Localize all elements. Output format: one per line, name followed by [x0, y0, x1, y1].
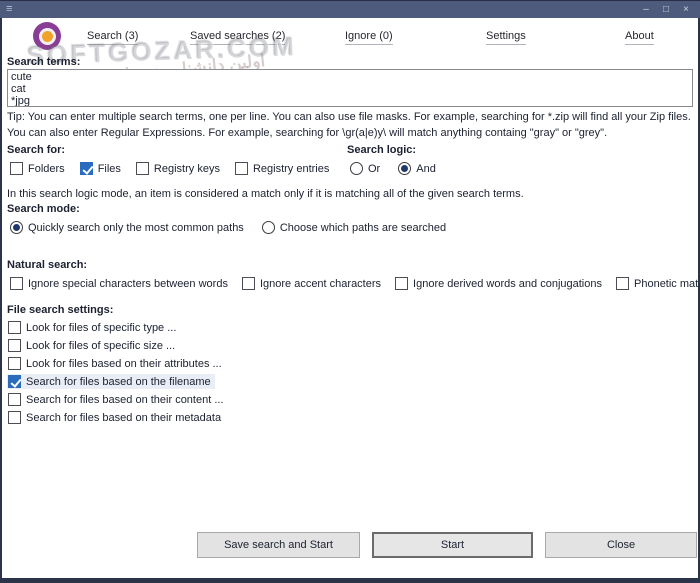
- checkbox-ignore-derived-words[interactable]: Ignore derived words and conjugations: [395, 277, 602, 290]
- checkbox-icon: [395, 277, 408, 290]
- radio-label: Or: [368, 163, 380, 175]
- checkbox-registry-keys[interactable]: Registry keys: [136, 162, 220, 175]
- checkbox-icon: [8, 393, 21, 406]
- checkbox-label: Search for files based on the filename: [26, 376, 211, 388]
- checkbox-ignore-special-chars[interactable]: Ignore special characters between words: [10, 277, 228, 290]
- main-content: Search (3) Saved searches (2) Ignore (0)…: [2, 18, 698, 578]
- checkbox-ignore-accent-chars[interactable]: Ignore accent characters: [242, 277, 381, 290]
- checkbox-label: Search for files based on their metadata: [26, 412, 221, 424]
- radio-icon: [398, 162, 411, 175]
- checkbox-registry-entries[interactable]: Registry entries: [235, 162, 329, 175]
- checkbox-files[interactable]: Files: [80, 162, 121, 175]
- checkbox-label: Files: [98, 163, 121, 175]
- search-logic-note: In this search logic mode, an item is co…: [7, 188, 524, 200]
- checkbox-label: Ignore special characters between words: [28, 278, 228, 290]
- checkbox-specific-size[interactable]: Look for files of specific size ...: [7, 338, 179, 353]
- save-search-and-start-button[interactable]: Save search and Start: [197, 532, 360, 558]
- checkbox-label: Ignore accent characters: [260, 278, 381, 290]
- radio-label: Quickly search only the most common path…: [28, 222, 244, 234]
- checkbox-icon: [80, 162, 93, 175]
- checkbox-label: Search for files based on their content …: [26, 394, 224, 406]
- search-mode-options: Quickly search only the most common path…: [10, 221, 446, 234]
- tab-search[interactable]: Search (3): [87, 30, 138, 45]
- radio-or[interactable]: Or: [350, 162, 380, 175]
- search-terms-input[interactable]: cute cat *jpg: [7, 69, 693, 107]
- minimize-button[interactable]: –: [638, 2, 654, 18]
- checkbox-icon: [235, 162, 248, 175]
- tab-ignore[interactable]: Ignore (0): [345, 30, 393, 45]
- checkbox-icon: [8, 411, 21, 424]
- natural-search-label: Natural search:: [7, 259, 87, 271]
- radio-choose-paths[interactable]: Choose which paths are searched: [262, 221, 446, 234]
- close-button[interactable]: ×: [678, 2, 694, 18]
- checkbox-attributes[interactable]: Look for files based on their attributes…: [7, 356, 226, 371]
- app-logo-ring: [39, 28, 56, 45]
- radio-and[interactable]: And: [398, 162, 436, 175]
- tab-saved-searches[interactable]: Saved searches (2): [190, 30, 285, 45]
- checkbox-label: Ignore derived words and conjugations: [413, 278, 602, 290]
- checkbox-specific-type[interactable]: Look for files of specific type ...: [7, 320, 180, 335]
- tab-about[interactable]: About: [625, 30, 654, 45]
- tip-file-masks: Tip: You can enter multiple search terms…: [7, 111, 691, 123]
- checkbox-icon: [8, 321, 21, 334]
- tab-settings[interactable]: Settings: [486, 30, 526, 45]
- checkbox-label: Look for files of specific type ...: [26, 322, 176, 334]
- checkbox-folders[interactable]: Folders: [10, 162, 65, 175]
- checkbox-label: Registry entries: [253, 163, 329, 175]
- checkbox-metadata[interactable]: Search for files based on their metadata: [7, 410, 225, 425]
- natural-search-options: Ignore special characters between words …: [10, 277, 698, 290]
- checkbox-icon: [616, 277, 629, 290]
- hamburger-menu-icon[interactable]: ≡: [6, 4, 12, 15]
- radio-label: Choose which paths are searched: [280, 222, 446, 234]
- checkbox-content[interactable]: Search for files based on their content …: [7, 392, 228, 407]
- radio-icon: [262, 221, 275, 234]
- checkbox-icon: [8, 339, 21, 352]
- checkbox-icon: [8, 357, 21, 370]
- radio-label: And: [416, 163, 436, 175]
- checkbox-icon: [136, 162, 149, 175]
- checkbox-icon: [10, 162, 23, 175]
- search-logic-options: Or And: [350, 162, 436, 175]
- search-for-options: Folders Files Registry keys Registry ent…: [10, 162, 329, 175]
- window-controls: – □ ×: [638, 2, 694, 18]
- checkbox-icon: [8, 375, 21, 388]
- checkbox-icon: [242, 277, 255, 290]
- maximize-button[interactable]: □: [658, 2, 674, 18]
- app-logo-icon: [33, 22, 61, 50]
- search-mode-label: Search mode:: [7, 203, 80, 215]
- tip-regex: You can also enter Regular Expressions. …: [7, 127, 607, 139]
- app-logo-dot: [42, 31, 53, 42]
- checkbox-label: Registry keys: [154, 163, 220, 175]
- checkbox-label: Phonetic match: [634, 278, 698, 290]
- file-search-settings-label: File search settings:: [7, 304, 113, 316]
- titlebar: ≡ – □ ×: [0, 0, 700, 18]
- checkbox-label: Folders: [28, 163, 65, 175]
- checkbox-phonetic-match[interactable]: Phonetic match: [616, 277, 698, 290]
- search-terms-label: Search terms:: [7, 56, 80, 68]
- checkbox-filename[interactable]: Search for files based on the filename: [7, 374, 215, 389]
- search-for-label: Search for:: [7, 144, 65, 156]
- radio-quick-search[interactable]: Quickly search only the most common path…: [10, 221, 244, 234]
- search-logic-label: Search logic:: [347, 144, 416, 156]
- checkbox-label: Look for files based on their attributes…: [26, 358, 222, 370]
- radio-icon: [350, 162, 363, 175]
- checkbox-icon: [10, 277, 23, 290]
- start-button[interactable]: Start: [372, 532, 533, 558]
- radio-icon: [10, 221, 23, 234]
- close-dialog-button[interactable]: Close: [545, 532, 697, 558]
- checkbox-label: Look for files of specific size ...: [26, 340, 175, 352]
- app-window: ≡ – □ × Search (3) Saved searches (2) Ig…: [0, 0, 700, 583]
